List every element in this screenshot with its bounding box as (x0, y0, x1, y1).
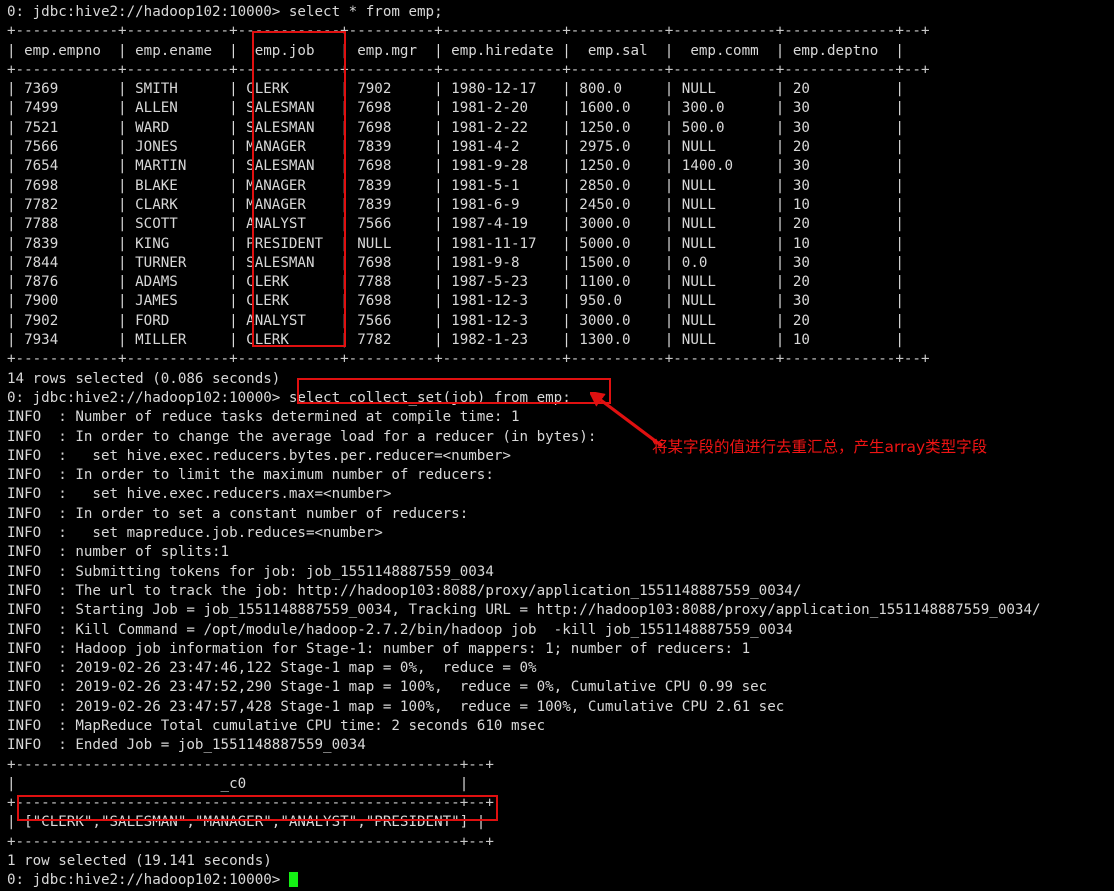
terminal-line: INFO : In order to set a constant number… (7, 505, 469, 522)
terminal-line: | 7499 | ALLEN | SALESMAN | 7698 | 1981-… (7, 100, 904, 117)
terminal-line: | 7902 | FORD | ANALYST | 7566 | 1981-12… (7, 312, 904, 329)
terminal-line: INFO : MapReduce Total cumulative CPU ti… (7, 717, 546, 734)
console-output: 0: jdbc:hive2://hadoop102:10000> select … (7, 3, 1114, 871)
terminal-line: INFO : Kill Command = /opt/module/hadoop… (7, 621, 793, 638)
terminal-line: | 7934 | MILLER | CLERK | 7782 | 1982-1-… (7, 332, 904, 349)
terminal-line: +---------------------------------------… (7, 756, 494, 773)
terminal-line: | 7566 | JONES | MANAGER | 7839 | 1981-4… (7, 139, 904, 156)
terminal-line: INFO : 2019-02-26 23:47:57,428 Stage-1 m… (7, 698, 785, 715)
terminal-line: 0: jdbc:hive2://hadoop102:10000> select … (7, 4, 443, 20)
terminal-line: INFO : Number of reduce tasks determined… (7, 409, 520, 426)
terminal-line: INFO : 2019-02-26 23:47:46,122 Stage-1 m… (7, 660, 537, 677)
terminal-line: | 7369 | SMITH | CLERK | 7902 | 1980-12-… (7, 81, 904, 98)
terminal-line: INFO : Ended Job = job_1551148887559_003… (7, 737, 366, 754)
terminal-line: INFO : Hadoop job information for Stage-… (7, 640, 751, 657)
terminal-line: | 7654 | MARTIN | SALESMAN | 7698 | 1981… (7, 158, 904, 175)
terminal-line: INFO : In order to limit the maximum num… (7, 467, 494, 484)
terminal-line: INFO : The url to track the job: http://… (7, 582, 802, 599)
terminal-line: +------------+------------+------------+… (7, 61, 930, 78)
terminal-line: INFO : number of splits:1 (7, 544, 230, 561)
terminal-line: INFO : Submitting tokens for job: job_15… (7, 563, 494, 580)
terminal-line: +---------------------------------------… (7, 795, 494, 812)
prompt-text: 0: jdbc:hive2://hadoop102:10000> (7, 872, 289, 889)
terminal-line: | 7900 | JAMES | CLERK | 7698 | 1981-12-… (7, 293, 904, 310)
terminal-line: 0: jdbc:hive2://hadoop102:10000> select … (7, 389, 571, 406)
text-cursor (288, 872, 298, 888)
terminal-line: | 7698 | BLAKE | MANAGER | 7839 | 1981-5… (7, 177, 904, 194)
terminal-line: +---------------------------------------… (7, 833, 494, 850)
terminal-line: INFO : In order to change the average lo… (7, 428, 597, 445)
terminal-line: | 7521 | WARD | SALESMAN | 7698 | 1981-2… (7, 119, 904, 136)
terminal-line: | 7844 | TURNER | SALESMAN | 7698 | 1981… (7, 254, 904, 271)
terminal-line: | ["CLERK","SALESMAN","MANAGER","ANALYST… (7, 814, 486, 831)
terminal-line: +------------+------------+------------+… (7, 23, 930, 40)
terminal-line: 14 rows selected (0.086 seconds) (7, 370, 281, 387)
terminal-line: INFO : Starting Job = job_1551148887559_… (7, 602, 1041, 619)
terminal-line: | 7788 | SCOTT | ANALYST | 7566 | 1987-4… (7, 216, 904, 233)
terminal-window[interactable]: 0: jdbc:hive2://hadoop102:10000> select … (0, 0, 1114, 888)
terminal-line: | 7839 | KING | PRESIDENT | NULL | 1981-… (7, 235, 904, 252)
terminal-line: | _c0 | (7, 775, 469, 792)
terminal-line: INFO : set mapreduce.job.reduces=<number… (7, 525, 383, 542)
terminal-line: INFO : set hive.exec.reducers.max=<numbe… (7, 486, 392, 503)
terminal-line: | 7782 | CLARK | MANAGER | 7839 | 1981-6… (7, 196, 904, 213)
terminal-line: INFO : set hive.exec.reducers.bytes.per.… (7, 447, 511, 464)
terminal-line: +------------+------------+------------+… (7, 351, 930, 368)
terminal-line: INFO : 2019-02-26 23:47:52,290 Stage-1 m… (7, 679, 768, 696)
terminal-line: | 7876 | ADAMS | CLERK | 7788 | 1987-5-2… (7, 274, 904, 291)
terminal-line: 1 row selected (19.141 seconds) (7, 853, 272, 870)
active-prompt-line[interactable]: 0: jdbc:hive2://hadoop102:10000> (7, 871, 1114, 890)
terminal-line: | emp.empno | emp.ename | emp.job | emp.… (7, 42, 904, 59)
